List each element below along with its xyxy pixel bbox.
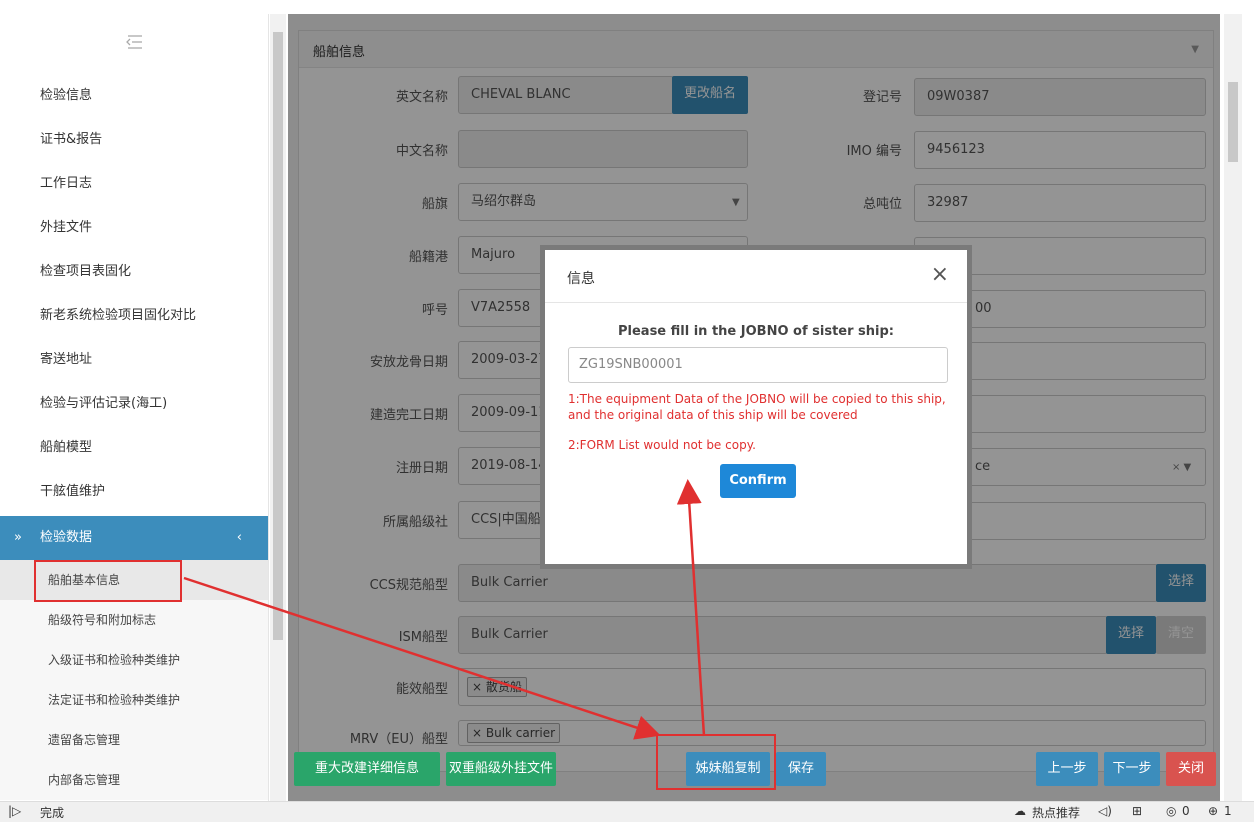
badge-count: 0 bbox=[1182, 804, 1190, 818]
zoom-icon[interactable]: ⊕ bbox=[1208, 804, 1218, 818]
arrow-to-sister-copy bbox=[183, 576, 661, 740]
badge-icon[interactable]: ◎ bbox=[1166, 804, 1176, 818]
download-icon[interactable]: ⊞ bbox=[1132, 804, 1142, 818]
arrow-to-dialog bbox=[676, 479, 706, 737]
annotation-arrows bbox=[183, 479, 706, 740]
hot-recommend-link[interactable]: 热点推荐 bbox=[1032, 804, 1080, 821]
panel-toggle-icon[interactable]: |▷ bbox=[8, 804, 21, 818]
status-text: 完成 bbox=[40, 806, 65, 820]
speaker-icon[interactable]: ◁) bbox=[1098, 804, 1112, 818]
cloud-icon: ☁ bbox=[1014, 804, 1026, 818]
status-bar: |▷ 完成 ☁ 热点推荐 ◁) ⊞ ◎ 0 ⊕ 1 bbox=[0, 801, 1254, 822]
zoom-level: 1 bbox=[1224, 804, 1232, 818]
